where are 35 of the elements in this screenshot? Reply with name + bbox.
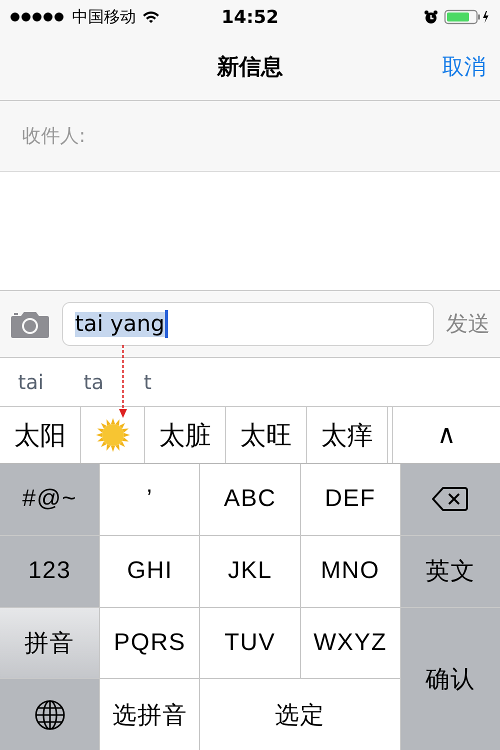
alarm-icon [424, 10, 438, 24]
mode-key[interactable]: 拼音 [0, 608, 100, 678]
mode-key[interactable]: #@~ [0, 464, 100, 535]
wifi-icon [142, 10, 160, 24]
letter-key[interactable]: MNO [300, 536, 400, 606]
letter-key[interactable]: PQRS [100, 608, 200, 678]
globe-key[interactable] [0, 679, 100, 750]
globe-icon [34, 698, 66, 731]
letter-key[interactable]: GHI [100, 536, 200, 606]
pinyin-option[interactable]: tai [18, 370, 44, 394]
confirm-key[interactable]: 确认 [400, 608, 500, 750]
letter-key[interactable]: DEF [300, 464, 400, 535]
screen-title: 新信息 [217, 54, 283, 82]
select-key[interactable]: 选定 [200, 679, 400, 750]
backspace-icon [432, 486, 468, 512]
letter-key[interactable]: ’ [100, 464, 200, 535]
letter-key[interactable]: ABC [200, 464, 300, 535]
signal-icon [10, 12, 66, 22]
pinyin-option[interactable]: t [144, 370, 152, 394]
battery-icon [444, 9, 490, 25]
letter-key[interactable]: WXYZ [300, 608, 400, 678]
letter-key[interactable]: JKL [200, 536, 300, 606]
letter-key[interactable]: TUV [200, 608, 300, 678]
delete-key[interactable] [400, 464, 500, 535]
letter-key[interactable]: 选拼音 [100, 679, 200, 750]
sun-icon [96, 418, 130, 452]
recipient-label: 收件人: [22, 124, 86, 149]
carrier-name: 中国移动 [72, 6, 136, 28]
mode-key[interactable]: 123 [0, 536, 100, 606]
message-field[interactable]: tai yang [62, 302, 434, 346]
status-time: 14:52 [220, 6, 280, 28]
camera-icon[interactable] [10, 309, 50, 339]
mode-key[interactable]: 英文 [400, 536, 500, 606]
pinyin-option[interactable]: ta [84, 370, 104, 394]
cancel-button[interactable]: 取消 [440, 50, 488, 84]
